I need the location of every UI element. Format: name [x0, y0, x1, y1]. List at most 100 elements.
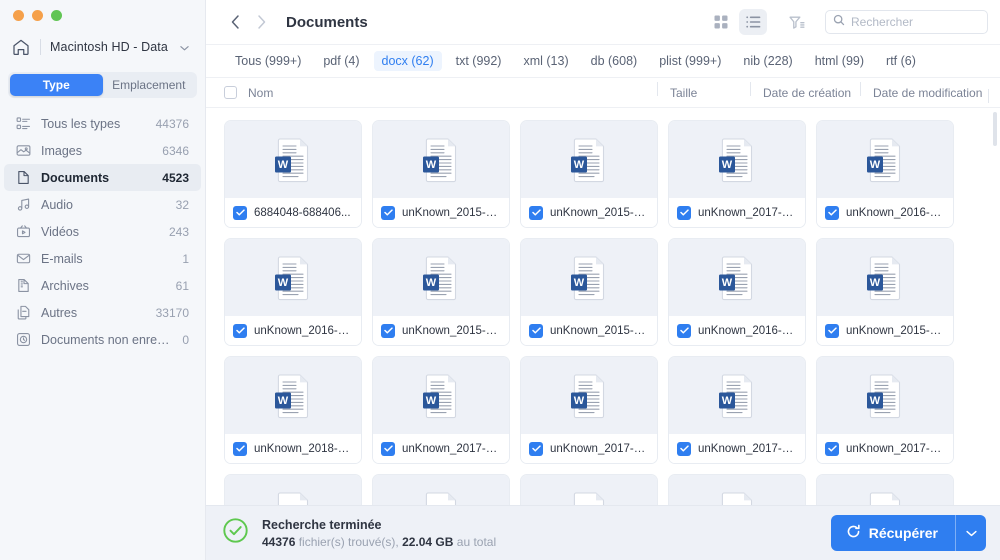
view-mode-segmented-control: Type Emplacement: [8, 72, 197, 98]
file-name-row: unKnown_2017-02...: [373, 434, 509, 463]
others-icon: [15, 304, 32, 321]
filetype-tab-docx[interactable]: docx (62): [373, 51, 442, 71]
file-thumbnail: W: [373, 121, 509, 198]
sidebar-item-videos[interactable]: Vidéos 243: [4, 218, 201, 245]
minimize-button[interactable]: [32, 9, 43, 21]
file-tile[interactable]: W 6884048-688406...: [224, 120, 362, 228]
forward-button[interactable]: [248, 9, 274, 35]
file-checkbox[interactable]: [825, 205, 839, 220]
home-icon[interactable]: [11, 37, 31, 57]
file-name: unKnown_2015-01...: [402, 324, 501, 337]
file-tile[interactable]: W unKnown_2016-07...: [224, 238, 362, 346]
recover-button[interactable]: Récupérer: [831, 515, 955, 551]
search-input[interactable]: [851, 15, 980, 29]
filetype-tab-tous[interactable]: Tous (999+): [227, 51, 309, 71]
filetype-tab-bar: Tous (999+) pdf (4) docx (62) txt (992) …: [206, 45, 1000, 78]
select-all-checkbox[interactable]: [224, 86, 237, 99]
file-checkbox[interactable]: [381, 441, 395, 456]
sidebar-item-count: 61: [175, 278, 189, 293]
sidebar-item-archives[interactable]: Archives 61: [4, 272, 201, 299]
sidebar-item-images[interactable]: Images 6346: [4, 137, 201, 164]
filetype-tab-pdf[interactable]: pdf (4): [315, 51, 367, 71]
file-tile[interactable]: W unKnown_2017-02...: [372, 356, 510, 464]
segment-location[interactable]: Emplacement: [103, 74, 196, 96]
grid-view-icon[interactable]: [707, 9, 735, 35]
file-name: unKnown_2017-02...: [402, 442, 501, 455]
file-checkbox[interactable]: [381, 323, 395, 338]
file-checkbox[interactable]: [825, 441, 839, 456]
column-header-size[interactable]: Taille: [657, 81, 750, 100]
window-traffic-lights: [0, 0, 205, 30]
word-document-icon: W: [423, 137, 457, 182]
word-document-icon: W: [423, 255, 457, 300]
status-size-suffix: au total: [453, 534, 497, 549]
category-list: Tous les types 44376 Images 6346 Documen…: [0, 110, 205, 560]
file-tile[interactable]: W unKnown_2015-01...: [520, 120, 658, 228]
recover-dropdown-button[interactable]: [956, 515, 986, 551]
filetype-tab-nib[interactable]: nib (228): [735, 51, 800, 71]
file-tile[interactable]: W unKnown_2017-01...: [668, 120, 806, 228]
file-tile[interactable]: W unKnown_2015-01...: [520, 238, 658, 346]
filetype-tab-txt[interactable]: txt (992): [448, 51, 510, 71]
sidebar-item-documents[interactable]: Documents 4523: [4, 164, 201, 191]
file-name-row: unKnown_2017-01...: [669, 198, 805, 227]
file-tile[interactable]: W unKnown_2015-01...: [372, 120, 510, 228]
file-checkbox[interactable]: [529, 323, 543, 338]
back-button[interactable]: [222, 9, 248, 35]
file-name: unKnown_2017-02...: [846, 442, 945, 455]
status-text-group: Recherche terminée 44376 fichier(s) trou…: [262, 518, 496, 549]
file-tile[interactable]: W unKnown_2015-01...: [372, 238, 510, 346]
file-thumbnail: W: [225, 239, 361, 316]
file-tile[interactable]: W unKnown_2018-0...: [224, 356, 362, 464]
file-checkbox[interactable]: [677, 205, 691, 220]
file-checkbox[interactable]: [825, 323, 839, 338]
filter-icon[interactable]: [781, 9, 811, 35]
file-tile[interactable]: W unKnown_2017-02...: [816, 356, 954, 464]
column-header-modified[interactable]: Date de modification: [860, 81, 986, 100]
column-header-created[interactable]: Date de création: [750, 81, 860, 100]
filetype-tab-plist[interactable]: plist (999+): [651, 51, 729, 71]
file-tile[interactable]: W unKnown_2016-01...: [816, 120, 954, 228]
sidebar-item-all-types[interactable]: Tous les types 44376: [4, 110, 201, 137]
svg-text:W: W: [722, 277, 733, 289]
sidebar-item-count: 0: [182, 332, 189, 347]
drive-path-bar[interactable]: Macintosh HD - Data: [0, 30, 205, 63]
file-name: unKnown_2016-07...: [254, 324, 353, 337]
file-checkbox[interactable]: [677, 441, 691, 456]
svg-text:W: W: [574, 395, 585, 407]
column-header-name[interactable]: Nom: [248, 86, 657, 100]
close-button[interactable]: [13, 9, 24, 21]
file-checkbox[interactable]: [529, 205, 543, 220]
sidebar-item-unsaved-documents[interactable]: Documents non enregist... 0: [4, 326, 201, 353]
file-checkbox[interactable]: [233, 323, 247, 338]
sidebar-item-emails[interactable]: E-mails 1: [4, 245, 201, 272]
filetype-tab-rtf[interactable]: rtf (6): [878, 51, 924, 71]
word-document-icon: W: [867, 255, 901, 300]
file-checkbox[interactable]: [233, 205, 247, 220]
file-grid-container[interactable]: W 6884048-688406... W unKnown_2015-01...…: [206, 108, 1000, 560]
file-tile[interactable]: W unKnown_2016-07...: [668, 238, 806, 346]
file-tile[interactable]: W unKnown_2017-02...: [520, 356, 658, 464]
file-checkbox[interactable]: [381, 205, 395, 220]
sidebar-item-label: Archives: [41, 278, 89, 293]
file-checkbox[interactable]: [233, 441, 247, 456]
word-document-icon: W: [275, 137, 309, 182]
sidebar-item-audio[interactable]: Audio 32: [4, 191, 201, 218]
filetype-tab-db[interactable]: db (608): [583, 51, 646, 71]
file-tile[interactable]: W unKnown_2017-02...: [668, 356, 806, 464]
search-box[interactable]: [825, 10, 988, 34]
filetype-tab-xml[interactable]: xml (13): [515, 51, 576, 71]
file-tile[interactable]: W unKnown_2015-01...: [816, 238, 954, 346]
status-count-suffix: fichier(s) trouvé(s),: [295, 534, 403, 549]
sidebar-item-others[interactable]: Autres 33170: [4, 299, 201, 326]
chevron-down-icon[interactable]: [180, 38, 189, 56]
svg-text:W: W: [722, 395, 733, 407]
file-checkbox[interactable]: [529, 441, 543, 456]
file-thumbnail: W: [521, 121, 657, 198]
list-view-icon[interactable]: [739, 9, 767, 35]
filetype-tab-html[interactable]: html (99): [807, 51, 872, 71]
maximize-button[interactable]: [51, 9, 62, 21]
segment-type[interactable]: Type: [10, 74, 103, 96]
file-checkbox[interactable]: [677, 323, 691, 338]
vertical-scrollbar[interactable]: [993, 112, 997, 146]
